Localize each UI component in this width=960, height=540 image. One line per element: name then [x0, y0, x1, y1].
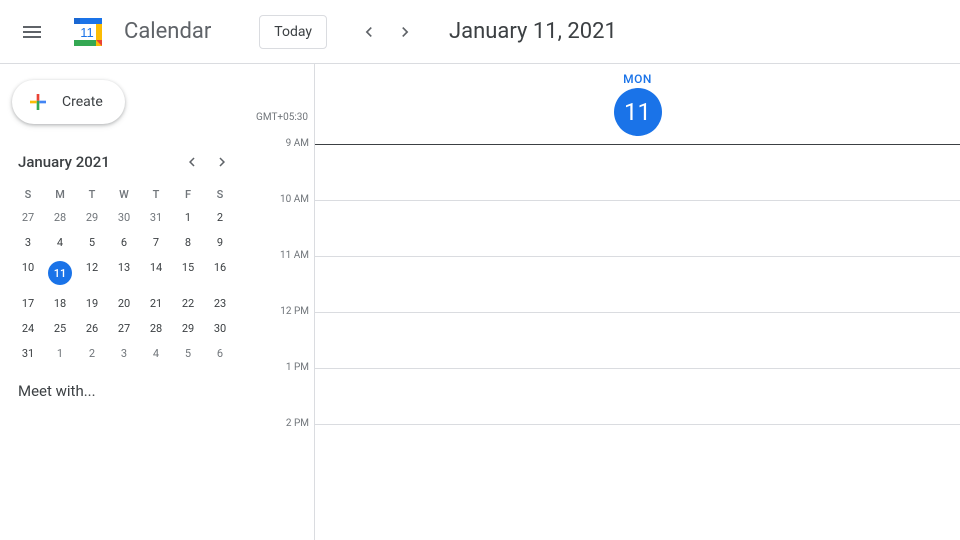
mini-day-cell[interactable]: 29	[172, 316, 204, 341]
date-nav	[353, 16, 421, 48]
mini-day-cell[interactable]: 16	[204, 255, 236, 291]
mini-day-cell[interactable]: 5	[172, 341, 204, 366]
mini-day-cell[interactable]: 1	[44, 341, 76, 366]
mini-day-cell[interactable]: 17	[12, 291, 44, 316]
chevron-right-icon	[395, 22, 415, 42]
today-button[interactable]: Today	[259, 15, 327, 49]
hour-label: 2 PM	[263, 418, 309, 429]
mini-day-cell[interactable]: 3	[108, 341, 140, 366]
mini-day-cell[interactable]: 4	[44, 230, 76, 255]
chevron-left-icon	[183, 153, 201, 171]
prev-day-button[interactable]	[353, 16, 385, 48]
mini-day-cell[interactable]: 30	[108, 205, 140, 230]
next-day-button[interactable]	[389, 16, 421, 48]
timezone-label: GMT+05:30	[256, 112, 308, 123]
mini-day-cell[interactable]: 18	[44, 291, 76, 316]
mini-day-cell[interactable]: 22	[172, 291, 204, 316]
mini-calendar-grid: SMTWTFS272829303112345678910111213141516…	[12, 184, 236, 366]
hour-label: 12 PM	[263, 306, 309, 317]
create-button-label: Create	[62, 94, 103, 110]
day-schedule: GMT+05:30 MON 11 9 AM10 AM11 AM12 PM1 PM…	[256, 64, 960, 540]
day-column: MON 11 9 AM10 AM11 AM12 PM1 PM2 PM	[314, 64, 960, 540]
mini-day-cell[interactable]: 31	[140, 205, 172, 230]
mini-day-cell[interactable]: 8	[172, 230, 204, 255]
mini-day-cell[interactable]: 24	[12, 316, 44, 341]
plus-icon	[26, 90, 50, 114]
create-button[interactable]: Create	[12, 80, 125, 124]
hour-row[interactable]: 1 PM	[315, 368, 960, 424]
mini-day-cell[interactable]: 11	[44, 255, 76, 291]
mini-dow-header: F	[172, 184, 204, 205]
mini-day-cell[interactable]: 6	[108, 230, 140, 255]
app-title: Calendar	[124, 19, 211, 44]
mini-day-cell[interactable]: 25	[44, 316, 76, 341]
mini-day-cell[interactable]: 20	[108, 291, 140, 316]
chevron-right-icon	[213, 153, 231, 171]
mini-day-cell[interactable]: 9	[204, 230, 236, 255]
mini-day-cell[interactable]: 23	[204, 291, 236, 316]
mini-dow-header: M	[44, 184, 76, 205]
hour-label: 10 AM	[263, 194, 309, 205]
mini-day-cell[interactable]: 2	[76, 341, 108, 366]
svg-text:11: 11	[80, 25, 94, 40]
mini-calendar-header: January 2021	[12, 148, 236, 176]
mini-day-cell[interactable]: 21	[140, 291, 172, 316]
mini-day-cell[interactable]: 28	[44, 205, 76, 230]
mini-calendar-title: January 2021	[18, 153, 110, 171]
mini-dow-header: T	[140, 184, 172, 205]
mini-dow-header: W	[108, 184, 140, 205]
mini-day-cell[interactable]: 3	[12, 230, 44, 255]
calendar-logo: 11	[68, 12, 108, 52]
hamburger-icon	[20, 20, 44, 44]
hour-row[interactable]: 9 AM	[315, 144, 960, 200]
mini-day-cell[interactable]: 5	[76, 230, 108, 255]
mini-prev-month-button[interactable]	[178, 148, 206, 176]
hour-row[interactable]: 11 AM	[315, 256, 960, 312]
mini-day-cell[interactable]: 29	[76, 205, 108, 230]
day-column-header: MON 11	[315, 64, 960, 144]
day-of-week-label: MON	[623, 72, 652, 86]
mini-day-cell[interactable]: 7	[140, 230, 172, 255]
hour-label: 1 PM	[263, 362, 309, 373]
timezone-column: GMT+05:30	[256, 64, 314, 540]
mini-day-cell[interactable]: 27	[12, 205, 44, 230]
main-menu-button[interactable]	[8, 8, 56, 56]
mini-day-cell[interactable]: 14	[140, 255, 172, 291]
mini-day-cell[interactable]: 15	[172, 255, 204, 291]
mini-day-cell[interactable]: 10	[12, 255, 44, 291]
chevron-left-icon	[359, 22, 379, 42]
mini-day-cell[interactable]: 4	[140, 341, 172, 366]
main-content: Create January 2021 SMTWTFS2728293031123…	[0, 64, 960, 540]
mini-dow-header: S	[12, 184, 44, 205]
mini-day-cell[interactable]: 27	[108, 316, 140, 341]
mini-day-cell[interactable]: 28	[140, 316, 172, 341]
mini-day-cell[interactable]: 19	[76, 291, 108, 316]
hour-row[interactable]: 10 AM	[315, 200, 960, 256]
mini-dow-header: T	[76, 184, 108, 205]
hour-row[interactable]: 12 PM	[315, 312, 960, 368]
mini-day-cell[interactable]: 6	[204, 341, 236, 366]
calendar-logo-icon: 11	[68, 12, 108, 52]
hour-grid[interactable]: 9 AM10 AM11 AM12 PM1 PM2 PM	[315, 144, 960, 480]
day-number-circle[interactable]: 11	[614, 88, 662, 136]
mini-day-cell[interactable]: 1	[172, 205, 204, 230]
mini-dow-header: S	[204, 184, 236, 205]
hour-label: 11 AM	[263, 250, 309, 261]
mini-day-cell[interactable]: 30	[204, 316, 236, 341]
mini-calendar-nav	[178, 148, 236, 176]
mini-day-cell[interactable]: 31	[12, 341, 44, 366]
app-header: 11 Calendar Today January 11, 2021	[0, 0, 960, 64]
hour-label: 9 AM	[263, 138, 309, 149]
mini-day-cell[interactable]: 2	[204, 205, 236, 230]
mini-day-cell[interactable]: 13	[108, 255, 140, 291]
mini-day-cell[interactable]: 26	[76, 316, 108, 341]
mini-next-month-button[interactable]	[208, 148, 236, 176]
meet-with-label[interactable]: Meet with...	[12, 382, 236, 400]
sidebar: Create January 2021 SMTWTFS2728293031123…	[0, 64, 256, 540]
current-date-display: January 11, 2021	[449, 19, 617, 44]
mini-day-cell[interactable]: 12	[76, 255, 108, 291]
hour-row[interactable]: 2 PM	[315, 424, 960, 480]
